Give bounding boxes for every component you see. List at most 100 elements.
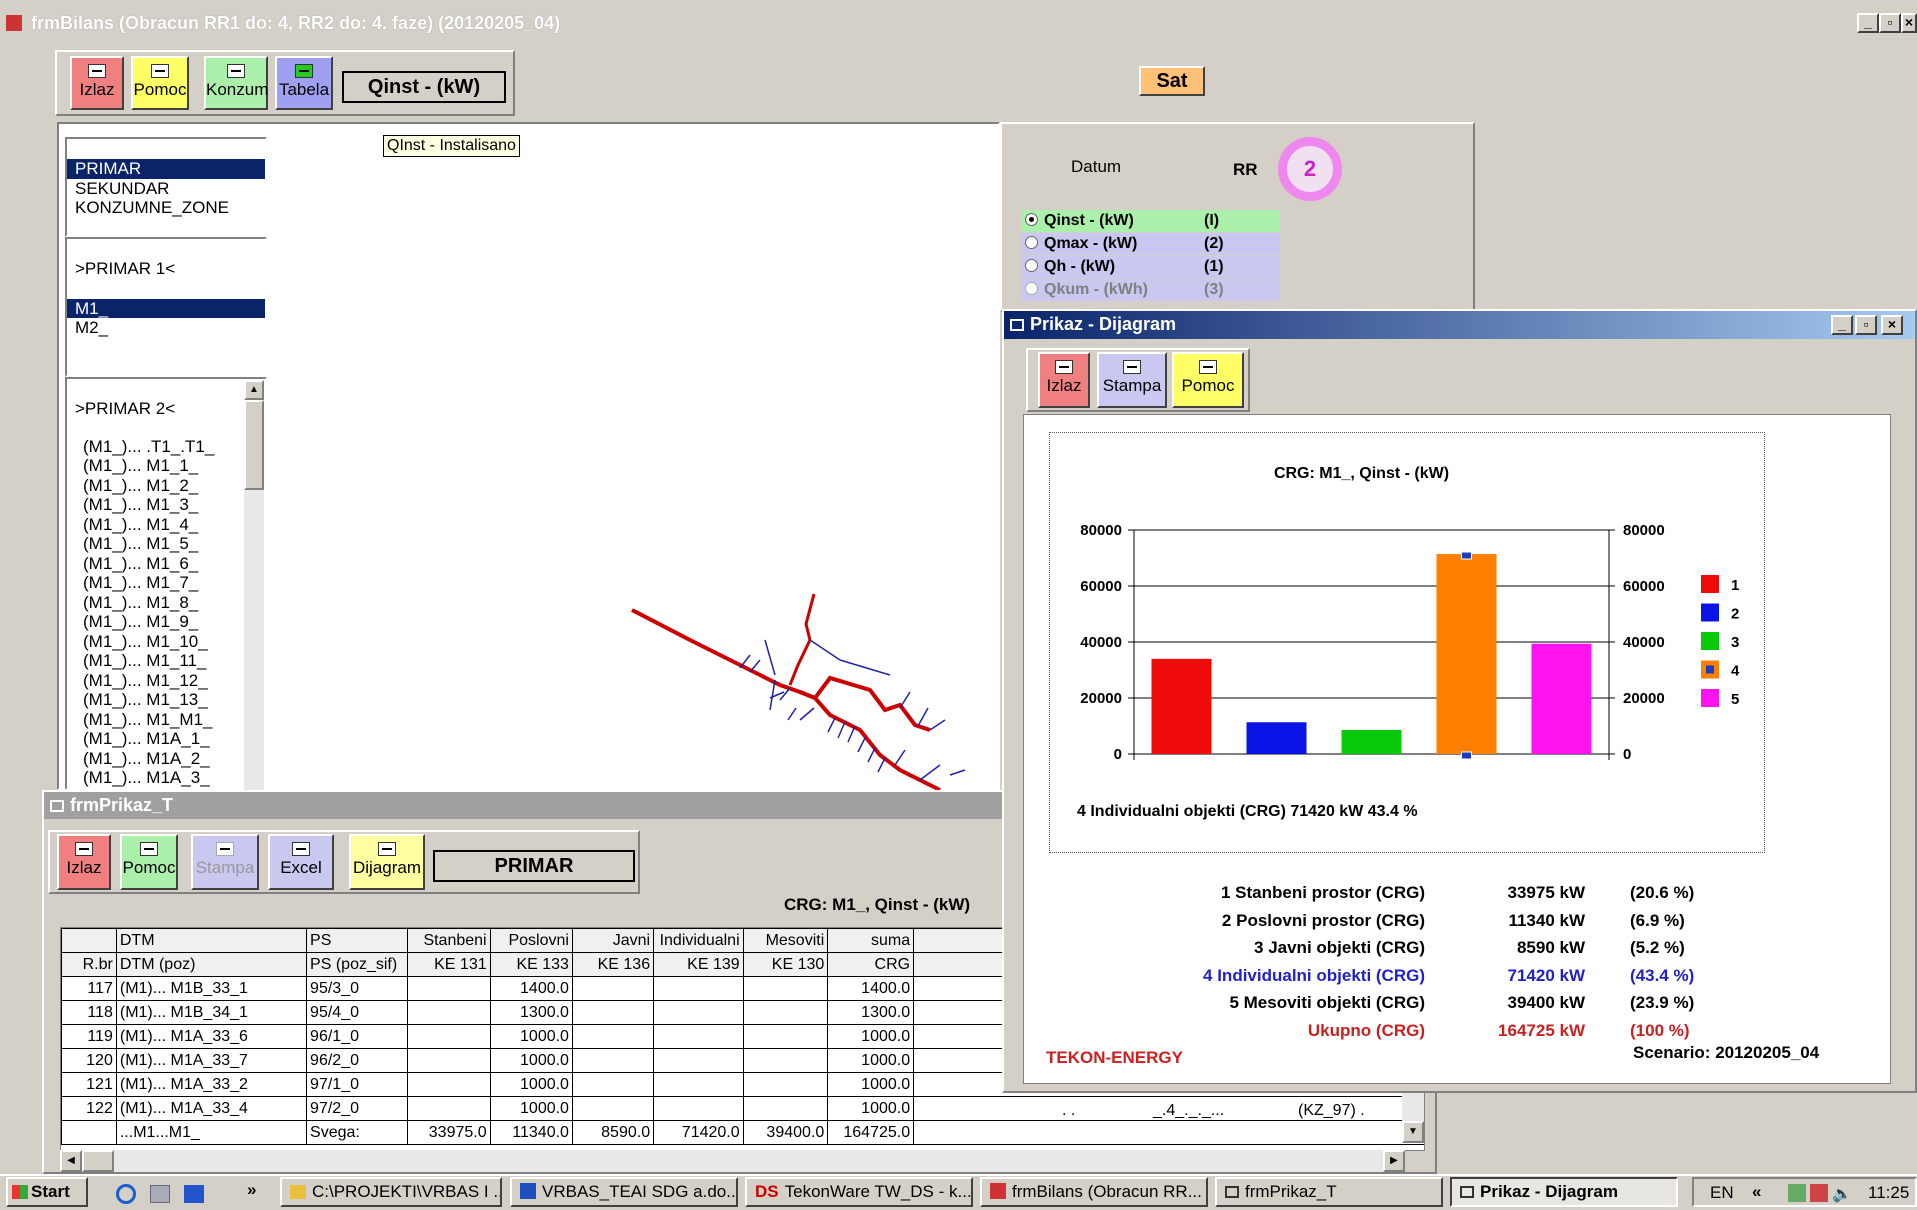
izlaz-button[interactable]: Izlaz	[70, 56, 124, 110]
table-cell: 96/1_0	[306, 1024, 408, 1049]
group2-scrollbar[interactable]: ▲	[244, 380, 264, 790]
group2-list-item[interactable]: (M1_)... M1_10_	[75, 632, 265, 652]
group2-list-item[interactable]: (M1_)... M1A_3_	[75, 768, 265, 788]
table-scroll-right-icon[interactable]: ▶	[1383, 1150, 1405, 1172]
tray-chevron[interactable]: «	[1752, 1182, 1761, 1202]
table-hscrollbar[interactable]: ◀ ▶	[60, 1150, 1405, 1172]
task-frmbilans[interactable]: frmBilans (Obracun RR...	[980, 1177, 1208, 1207]
group2-list-item[interactable]: (M1_)... .T1_.T1_	[75, 437, 265, 457]
prikaz-stampa-button[interactable]: Stampa	[191, 834, 259, 890]
radio-qmax-dot[interactable]	[1025, 236, 1038, 249]
main-minimize-button[interactable]: _	[1857, 13, 1879, 33]
radio-qinst-dot[interactable]	[1025, 213, 1038, 226]
bar-1[interactable]	[1151, 658, 1212, 754]
level-list[interactable]: PRIMAR SEKUNDAR KONZUMNE_ZONE	[65, 137, 267, 237]
group2-list-item[interactable]: (M1_)... M1_7_	[75, 573, 265, 593]
konzum-button[interactable]: Konzum	[204, 56, 268, 110]
scroll-thumb[interactable]	[244, 400, 264, 490]
group1-item-m2[interactable]: M2_	[67, 318, 265, 338]
selection-handle-top[interactable]	[1461, 551, 1472, 560]
group1-item-m1[interactable]: M1_	[67, 298, 265, 318]
sat-button[interactable]: Sat	[1139, 66, 1205, 96]
window-task-icon	[1460, 1186, 1474, 1198]
table-scroll-left-icon[interactable]: ◀	[60, 1150, 82, 1172]
table-cell: Stanbeni	[406, 928, 491, 953]
windows-logo-icon	[12, 1185, 28, 1199]
prikaz-pomoc-button[interactable]: Pomoc	[120, 834, 178, 890]
group2-list-item[interactable]: (M1_)... M1_5_	[75, 534, 265, 554]
group2-list-item[interactable]: (M1_)... M1_M1_	[75, 710, 265, 730]
dijagram-maximize-button[interactable]: ▫	[1855, 315, 1877, 335]
dijagram-izlaz-button[interactable]: Izlaz	[1038, 352, 1090, 408]
radio-qh-dot[interactable]	[1025, 259, 1038, 272]
table-vscrollbar[interactable]: ▼	[1402, 1093, 1424, 1143]
level-item-primar[interactable]: PRIMAR	[67, 159, 265, 179]
dijagram-window-icon	[1010, 319, 1024, 331]
group2-list-item[interactable]: (M1_)... M1_3_	[75, 495, 265, 515]
table-cell: CRG	[827, 952, 915, 977]
group2-list-item[interactable]: (M1_)... M1_4_	[75, 515, 265, 535]
table-cell: 39400.0	[742, 1120, 829, 1145]
ie-quicklaunch-icon[interactable]	[116, 1184, 136, 1204]
task-word-doc[interactable]: VRBAS_TEAI SDG a.do...	[510, 1177, 738, 1207]
dijagram-close-button[interactable]: ×	[1881, 315, 1903, 335]
radio-qinst[interactable]: Qinst - (kW) (I)	[1022, 210, 1280, 232]
prikaz-izlaz-button[interactable]: Izlaz	[57, 834, 111, 890]
group2-list-item[interactable]: (M1_)... M1A_1_	[75, 729, 265, 749]
network-diagram[interactable]	[600, 580, 980, 790]
radio-qh[interactable]: Qh - (kW) (1)	[1022, 256, 1280, 278]
table-cell: DTM	[115, 928, 308, 953]
konzum-icon	[227, 64, 245, 78]
table-scroll-down-icon[interactable]: ▼	[1402, 1121, 1424, 1143]
group2-list-item[interactable]: (M1_)... M1_12_	[75, 671, 265, 691]
group2-list-item[interactable]: (M1_)... M1_9_	[75, 612, 265, 632]
level-item-sekundar[interactable]: SEKUNDAR	[67, 179, 265, 199]
dijagram-pomoc-button[interactable]: Pomoc	[1172, 352, 1244, 408]
group2-list-item[interactable]: (M1_)... M1_6_	[75, 554, 265, 574]
network-quicklaunch-icon[interactable]	[184, 1185, 204, 1203]
group2-list-item[interactable]: (M1_)... M1A_2_	[75, 749, 265, 769]
bar-5[interactable]	[1531, 643, 1592, 754]
tray-app-icon[interactable]	[1788, 1184, 1806, 1202]
group2-list-item[interactable]: (M1_)... M1_2_	[75, 476, 265, 496]
bar-chart[interactable]: CRG: M1_, Qinst - (kW) 0 0 20000 20000 40000 4…	[1049, 432, 1765, 853]
bar-4[interactable]	[1436, 554, 1497, 754]
group2-list-item[interactable]: (M1_)... M1_8_	[75, 593, 265, 613]
task-projekti[interactable]: C:\PROJEKTI\VRBAS I ...	[280, 1177, 502, 1207]
table-scroll-thumb[interactable]	[82, 1150, 114, 1172]
pomoc-button[interactable]: Pomoc	[131, 56, 189, 110]
bar-2[interactable]	[1246, 722, 1307, 754]
prikaz-dijagram-icon	[378, 842, 396, 856]
level-item-konzumne-zone[interactable]: KONZUMNE_ZONE	[67, 198, 265, 218]
dijagram-stampa-button[interactable]: Stampa	[1097, 352, 1167, 408]
language-indicator[interactable]: EN	[1710, 1183, 1734, 1203]
main-maximize-button[interactable]: ▫	[1879, 13, 1901, 33]
radio-qmax[interactable]: Qmax - (kW) (2)	[1022, 233, 1280, 255]
volume-icon[interactable]: 🔈	[1832, 1184, 1852, 1204]
group2-list-item[interactable]: (M1_)... M1_13_	[75, 690, 265, 710]
table-total-row[interactable]: ...M1...M1_ Svega: 33975.0 11340.0 8590.0 714…	[61, 1120, 1424, 1145]
scroll-up-arrow-icon[interactable]: ▲	[244, 380, 264, 400]
bar-3[interactable]	[1341, 729, 1402, 754]
prikaz-excel-button[interactable]: Excel	[268, 834, 334, 890]
group2-list[interactable]: >PRIMAR 2< (M1_)... .T1_.T1_ (M1_)... M1_…	[65, 377, 267, 790]
radio-qkum-dot[interactable]	[1025, 282, 1038, 295]
task-frmprikaz-t[interactable]: frmPrikaz_T	[1215, 1177, 1443, 1207]
task-tekonware[interactable]: DS TekonWare TW_DS - k...	[745, 1177, 973, 1207]
radio-qkum[interactable]: Qkum - (kWh) (3)	[1022, 279, 1280, 301]
group2-list-item[interactable]: (M1_)... M1_11_	[75, 651, 265, 671]
dijagram-minimize-button[interactable]: _	[1831, 315, 1853, 335]
tray-network-icon[interactable]	[1810, 1184, 1828, 1202]
brand-label: TEKON-ENERGY	[1046, 1048, 1183, 1067]
tabela-button[interactable]: Tabela	[275, 56, 333, 110]
group2-list-item[interactable]: (M1_)... M1_1_	[75, 456, 265, 476]
y-tick-label: 80000	[1080, 522, 1122, 539]
prikaz-dijagram-button[interactable]: Dijagram	[349, 834, 425, 890]
group1-list[interactable]: >PRIMAR 1< M1_ M2_	[65, 237, 267, 377]
quicklaunch-chevron[interactable]: »	[247, 1180, 256, 1200]
desktop-quicklaunch-icon[interactable]	[150, 1185, 170, 1203]
selection-handle-bottom[interactable]	[1461, 751, 1472, 760]
main-close-button[interactable]: ×	[1901, 13, 1917, 33]
task-prikaz-dijagram[interactable]: Prikaz - Dijagram	[1450, 1177, 1678, 1207]
start-button[interactable]: Start	[6, 1177, 88, 1207]
